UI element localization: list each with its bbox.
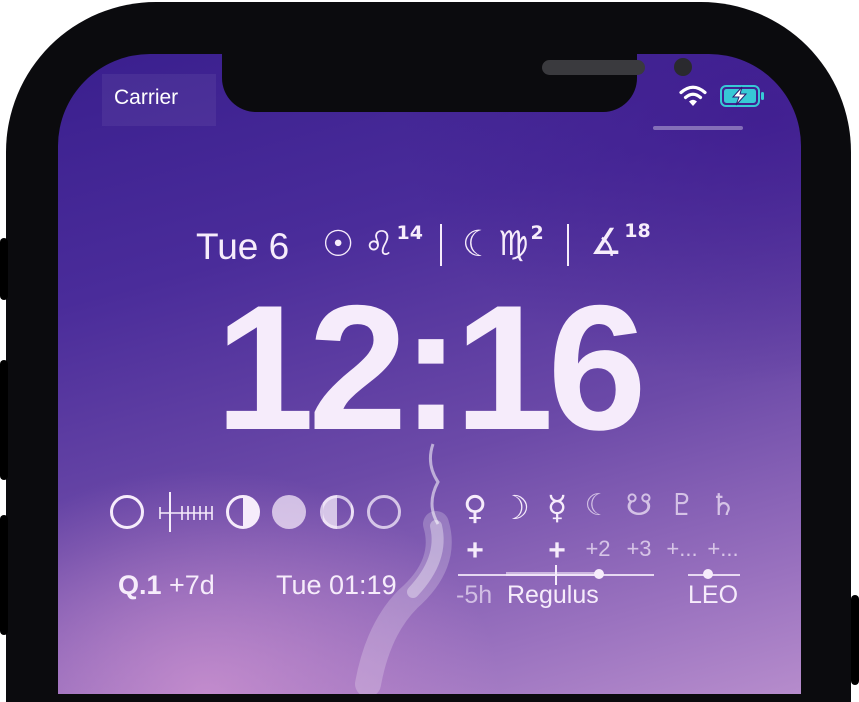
clock-time: 12:16 <box>215 268 646 467</box>
planet-mark-1: + <box>466 534 484 567</box>
mercury-icon: ☿ <box>546 488 568 527</box>
planet-mark-3: + <box>548 534 566 567</box>
phone-mockup: Carrier Tue 6 ☉ ♌ 14 ☾ ♍ 2 ∡ 18 12:16 ♀ … <box>0 0 859 702</box>
quarter-offset: +7d <box>169 570 215 600</box>
angle-icon: ∡ <box>590 222 623 263</box>
moon-planet-icon: ☽ <box>500 488 530 527</box>
sun-degree: 14 <box>396 222 423 244</box>
new-moon-icon <box>110 495 144 529</box>
smoke-wisp-decoration <box>355 443 452 694</box>
sign-dot <box>703 569 713 579</box>
pluto-icon: ♇ <box>668 488 696 523</box>
star-sign: LEO <box>688 581 739 609</box>
next-phase-time: Tue 01:19 <box>276 570 397 600</box>
star-offset: -5h <box>456 581 493 609</box>
front-camera <box>674 58 692 76</box>
side-button-volume-down <box>0 515 8 635</box>
sun-sign-leo: ♌ 14 <box>364 222 423 264</box>
moon-degree: 2 <box>530 222 544 244</box>
sun-symbol: ☉ <box>322 224 355 265</box>
next-new-moon-icon <box>367 495 401 529</box>
speaker-grille <box>542 60 645 75</box>
side-button-mute <box>0 238 8 300</box>
wifi-icon <box>678 85 708 112</box>
last-quarter-icon <box>320 495 354 529</box>
battery-charging-icon <box>720 84 766 113</box>
planet-mark-6: +... <box>666 536 698 561</box>
side-button-power <box>851 595 859 685</box>
header-divider-1 <box>440 224 442 266</box>
moon-node-icon: ☾ <box>584 488 612 523</box>
saturn-icon: ♄ <box>709 488 737 523</box>
date-label: Tue 6 <box>196 226 290 267</box>
planet-mark-4: +2 <box>585 536 611 561</box>
moon-sign-virgo: ♍ 2 <box>498 222 544 264</box>
first-quarter-icon <box>226 495 260 529</box>
venus-icon: ♀ <box>462 488 488 527</box>
carrier-label: Carrier <box>114 86 179 109</box>
moon-symbol: ☾ <box>462 224 495 265</box>
leo-sign-icon: ♌ <box>364 224 395 264</box>
quarter-label: Q.1 <box>118 570 162 600</box>
side-button-volume-up <box>0 360 8 480</box>
lock-screen: Carrier Tue 6 ☉ ♌ 14 ☾ ♍ 2 ∡ 18 12:16 ♀ … <box>58 54 801 694</box>
timeline-dot <box>594 569 604 579</box>
status-icons <box>678 84 766 113</box>
notch <box>222 54 692 112</box>
planet-mark-7: +... <box>707 536 739 561</box>
angle-symbol: ∡ 18 <box>590 220 651 263</box>
star-name: Regulus <box>507 581 599 609</box>
header-divider-2 <box>567 224 569 266</box>
planet-mark-5: +3 <box>626 536 652 561</box>
status-underline <box>653 126 743 130</box>
timeline-segment <box>506 572 602 576</box>
sign-timeline <box>688 574 740 576</box>
angle-degree: 18 <box>624 220 651 242</box>
virgo-sign-icon: ♍ <box>498 224 529 264</box>
full-moon-icon <box>272 495 306 529</box>
progress-ticks <box>159 506 213 520</box>
descending-node-icon: ☋ <box>625 488 653 523</box>
